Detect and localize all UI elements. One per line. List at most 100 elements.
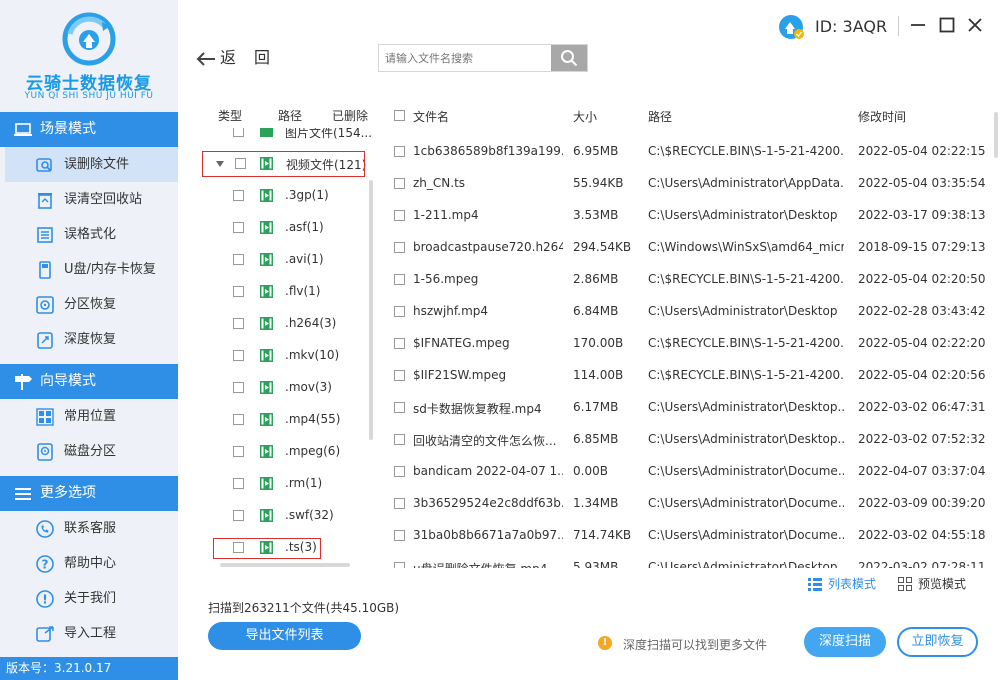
column-size[interactable]: 大小	[573, 108, 597, 125]
tree-row-extension[interactable]: .3gp(1)	[210, 180, 370, 212]
checkbox[interactable]	[233, 318, 244, 329]
sidebar-item-disk-partition[interactable]: 磁盘分区	[0, 434, 178, 469]
row-checkbox[interactable]	[394, 242, 405, 253]
tree-row-extension[interactable]: .rm(1)	[210, 468, 370, 500]
sidebar-item-help-center[interactable]: ? 帮助中心	[0, 546, 178, 581]
checkbox[interactable]	[233, 128, 244, 137]
maximize-icon[interactable]	[938, 16, 956, 34]
recover-now-button[interactable]: 立即恢复	[897, 627, 978, 657]
export-file-list-button[interactable]: 导出文件列表	[208, 622, 361, 650]
tree-row-extension[interactable]: .h264(3)	[210, 308, 370, 340]
checkbox[interactable]	[233, 350, 244, 361]
table-row[interactable]: 31ba0b8b6671a7a0b97... 714.74KB C:\Users\A…	[382, 520, 992, 552]
row-checkbox[interactable]	[394, 402, 405, 413]
sidebar-item-usb[interactable]: U盘/内存卡恢复	[0, 252, 178, 287]
row-checkbox[interactable]	[394, 210, 405, 221]
checkbox[interactable]	[233, 414, 244, 425]
row-checkbox[interactable]	[394, 274, 405, 285]
row-checkbox[interactable]	[394, 338, 405, 349]
table-row[interactable]: sd卡数据恢复教程.mp4 6.17MB C:\Users\Administrato…	[382, 392, 992, 424]
table-row[interactable]: 回收站清空的文件怎么恢... 6.85MB C:\Users\Administrat…	[382, 424, 992, 456]
checkbox[interactable]	[233, 446, 244, 457]
tree-row-extension[interactable]: .mkv(10)	[210, 340, 370, 372]
sidebar-item-label: 磁盘分区	[64, 444, 117, 459]
table-row[interactable]: hszwjhf.mp4 6.84MB C:\Users\Administrator\…	[382, 296, 992, 328]
row-checkbox[interactable]	[394, 498, 405, 509]
checkbox[interactable]	[233, 254, 244, 265]
sidebar-item-recycle-bin[interactable]: 误清空回收站	[0, 182, 178, 217]
tree-row-extension[interactable]: .mov(3)	[210, 372, 370, 404]
checkbox[interactable]	[233, 382, 244, 393]
column-name[interactable]: 文件名	[413, 108, 449, 125]
tree-row-extension[interactable]: .mp4(55)	[210, 404, 370, 436]
sidebar-item-common-locations[interactable]: 常用位置	[0, 399, 178, 434]
row-checkbox[interactable]	[394, 466, 405, 477]
sidebar-item-deleted-files[interactable]: 误删除文件	[5, 147, 178, 182]
sidebar-item-contact-support[interactable]: 联系客服	[0, 511, 178, 546]
disk-icon	[37, 443, 53, 461]
table-row[interactable]: 3b36529524e2c8ddf63b... 1.34MB C:\Users\Ad…	[382, 488, 992, 520]
row-checkbox[interactable]	[394, 370, 405, 381]
table-scrollbar[interactable]	[994, 112, 998, 158]
table-row[interactable]: broadcastpause720.h264 294.54KB C:\Windows…	[382, 232, 992, 264]
table-row[interactable]: $IIF21SW.mpeg 114.00B C:\$RECYCLE.BIN\S-1-…	[382, 360, 992, 392]
table-row[interactable]: 1-56.mpeg 2.86MB C:\$RECYCLE.BIN\S-1-5-21-…	[382, 264, 992, 296]
table-row[interactable]: 1-211.mp4 3.53MB C:\Users\Administrator\De…	[382, 200, 992, 232]
column-path[interactable]: 路径	[648, 108, 672, 125]
sidebar-item-import-project[interactable]: 导入工程	[0, 616, 178, 651]
table-row[interactable]: u盘误删除文件恢复.mp4 5.93MB C:\Users\Administrato…	[382, 552, 992, 568]
row-checkbox[interactable]	[394, 562, 405, 568]
file-path: C:\$RECYCLE.BIN\S-1-5-21-4200...	[648, 272, 844, 286]
checkbox[interactable]	[233, 286, 244, 297]
tree-row-extension[interactable]: .mpeg(6)	[210, 436, 370, 468]
select-all-checkbox[interactable]	[394, 110, 405, 121]
tab-path[interactable]: 路径	[278, 107, 302, 124]
checkbox[interactable]	[233, 222, 244, 233]
table-row[interactable]: zh_CN.ts 55.94KB C:\Users\Administrator\Ap…	[382, 168, 992, 200]
file-size: 714.74KB	[573, 528, 632, 542]
tree-row-extension[interactable]: .avi(1)	[210, 244, 370, 276]
version-label: 版本号：3.21.0.17	[0, 657, 178, 680]
deep-scan-button[interactable]: 深度扫描	[804, 627, 886, 657]
list-mode-button[interactable]: 列表模式	[808, 576, 876, 592]
search-box	[378, 44, 588, 72]
row-checkbox[interactable]	[394, 530, 405, 541]
row-checkbox[interactable]	[394, 178, 405, 189]
preview-mode-button[interactable]: 预览模式	[898, 576, 966, 592]
tree-row-extension[interactable]: .asf(1)	[210, 212, 370, 244]
tab-type[interactable]: 类型	[218, 107, 242, 124]
file-size: 6.84MB	[573, 304, 619, 318]
row-checkbox[interactable]	[394, 146, 405, 157]
column-modified[interactable]: 修改时间	[858, 108, 906, 125]
tree-scrollbar[interactable]	[369, 180, 373, 440]
table-row[interactable]: 1cb6386589b8f139a199... 6.95MB C:\$RECYCLE…	[382, 136, 992, 168]
search-input[interactable]	[379, 45, 551, 71]
sidebar-item-about-us[interactable]: ! 关于我们	[0, 581, 178, 616]
tree-label: .h264(3)	[285, 316, 337, 330]
tab-deleted[interactable]: 已删除	[332, 107, 368, 124]
tree-row-extension[interactable]: .flv(1)	[210, 276, 370, 308]
close-icon[interactable]	[966, 16, 984, 34]
search-button[interactable]	[551, 45, 587, 71]
sidebar-item-deep-recovery[interactable]: 深度恢复	[0, 322, 178, 357]
section-more-options[interactable]: 更多选项	[0, 476, 178, 511]
minimize-icon[interactable]	[909, 16, 927, 34]
row-checkbox[interactable]	[394, 306, 405, 317]
tree-row-extension[interactable]: .swf(32)	[210, 500, 370, 532]
row-checkbox[interactable]	[394, 434, 405, 445]
file-modified: 2022-02-28 03:43:42	[858, 304, 986, 318]
section-guide-mode[interactable]: 向导模式	[0, 364, 178, 399]
table-row[interactable]: $IFNATEG.mpeg 170.00B C:\$RECYCLE.BIN\S-1-…	[382, 328, 992, 360]
sidebar-item-partition[interactable]: 分区恢复	[0, 287, 178, 322]
tree-row-image-files[interactable]: 图片文件(154...	[210, 128, 372, 148]
section-scene-mode[interactable]: 场景模式	[0, 112, 178, 147]
tree-horizontal-scrollbar[interactable]	[220, 563, 350, 567]
checkbox[interactable]	[233, 510, 244, 521]
checkbox[interactable]	[233, 190, 244, 201]
back-button[interactable]: 返回	[196, 45, 288, 71]
svg-text:!: !	[42, 593, 47, 607]
file-name: hszwjhf.mp4	[413, 304, 489, 318]
sidebar-item-format[interactable]: 误格式化	[0, 217, 178, 252]
table-row[interactable]: bandicam 2022-04-07 1... 0.00B C:\Users\Ad…	[382, 456, 992, 488]
checkbox[interactable]	[233, 478, 244, 489]
